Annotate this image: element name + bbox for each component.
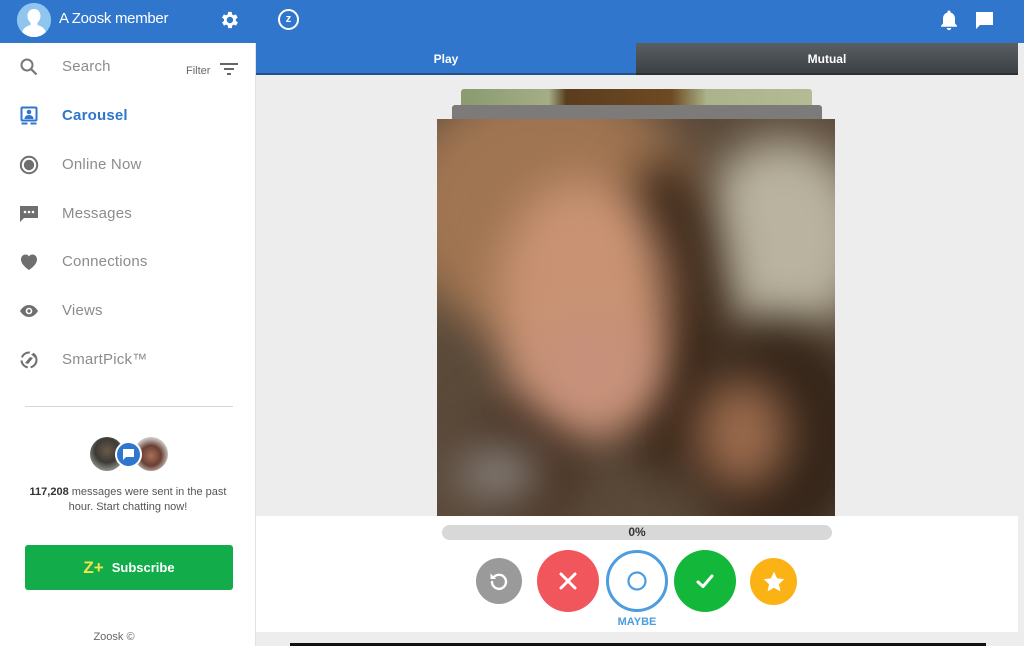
promo-text: 117,208 messages were sent in the past h… bbox=[20, 485, 236, 515]
sidebar-item-carousel[interactable]: Carousel bbox=[0, 96, 256, 136]
chat-bubble-icon bbox=[123, 449, 134, 460]
heart-icon bbox=[21, 254, 37, 270]
sidebar-item-online-now[interactable]: Online Now bbox=[0, 145, 256, 185]
zplus-badge-icon: Z+ bbox=[83, 557, 104, 577]
profile-photo[interactable] bbox=[437, 119, 835, 516]
maybe-label: MAYBE bbox=[617, 616, 657, 628]
chat-icon[interactable] bbox=[974, 10, 995, 31]
zoosk-coin-icon[interactable]: z bbox=[278, 9, 299, 30]
no-button[interactable] bbox=[537, 550, 599, 612]
sidebar: Search Filter Carousel Online Now Messag… bbox=[0, 43, 256, 646]
bell-icon[interactable] bbox=[939, 9, 959, 31]
filter-label[interactable]: Filter bbox=[186, 65, 210, 77]
sidebar-item-label: SmartPick™ bbox=[62, 351, 148, 368]
progress-label: 0% bbox=[628, 525, 646, 539]
main-tabs: Play Mutual bbox=[256, 43, 1018, 75]
top-bar: A Zoosk member z bbox=[0, 0, 1024, 43]
sidebar-item-label: Views bbox=[62, 302, 103, 319]
sidebar-item-smartpick[interactable]: SmartPick™ bbox=[0, 340, 256, 380]
messages-icon bbox=[20, 206, 38, 222]
tab-play[interactable]: Play bbox=[256, 43, 636, 75]
smartpick-icon bbox=[20, 351, 38, 369]
subscribe-label: Subscribe bbox=[111, 560, 175, 575]
tab-mutual[interactable]: Mutual bbox=[636, 43, 1018, 75]
sidebar-item-label: Online Now bbox=[62, 156, 142, 173]
undo-icon bbox=[490, 573, 508, 591]
maybe-circle-icon bbox=[627, 571, 647, 591]
promo-count: 117,208 bbox=[29, 486, 69, 498]
sidebar-item-label: Connections bbox=[62, 253, 148, 270]
gear-icon[interactable] bbox=[218, 9, 240, 31]
yes-button[interactable] bbox=[674, 550, 736, 612]
search-label: Search bbox=[62, 58, 111, 75]
star-icon bbox=[763, 571, 784, 591]
sidebar-item-messages[interactable]: Messages bbox=[0, 194, 256, 234]
check-icon bbox=[696, 574, 714, 588]
sidebar-item-label: Messages bbox=[62, 205, 132, 222]
maybe-button[interactable] bbox=[606, 550, 668, 612]
favorite-button[interactable] bbox=[750, 558, 797, 605]
undo-button[interactable] bbox=[476, 558, 522, 604]
filter-icon[interactable] bbox=[220, 62, 238, 76]
sidebar-item-connections[interactable]: Connections bbox=[0, 242, 256, 282]
search-icon bbox=[20, 58, 38, 76]
sidebar-divider bbox=[25, 406, 233, 407]
promo-chat-badge bbox=[115, 441, 142, 468]
copyright: Zoosk © bbox=[93, 631, 135, 643]
close-icon bbox=[559, 572, 577, 590]
eye-icon bbox=[20, 305, 38, 317]
carousel-icon bbox=[20, 106, 38, 125]
user-avatar[interactable] bbox=[17, 3, 51, 37]
promo-message: messages were sent in the past hour. Sta… bbox=[68, 486, 227, 513]
member-name[interactable]: A Zoosk member bbox=[59, 10, 168, 27]
online-icon bbox=[19, 155, 39, 175]
avatar-silhouette-icon bbox=[17, 3, 51, 37]
subscribe-button[interactable]: Z+ Subscribe bbox=[25, 545, 233, 590]
progress-bar: 0% bbox=[442, 525, 832, 540]
sidebar-item-label: Carousel bbox=[62, 107, 128, 124]
search-row[interactable]: Search Filter bbox=[0, 47, 256, 87]
promo-avatars bbox=[90, 437, 170, 473]
sidebar-item-views[interactable]: Views bbox=[0, 291, 256, 331]
action-panel: 0% MAYBE bbox=[256, 516, 1018, 632]
